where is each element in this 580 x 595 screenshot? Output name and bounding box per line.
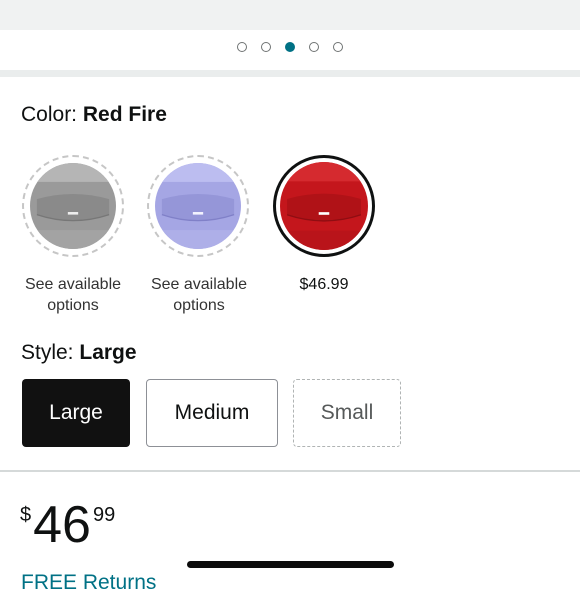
section-divider <box>0 70 580 77</box>
free-returns-link[interactable]: FREE Returns <box>21 571 156 595</box>
color-label-prefix: Color: <box>21 103 78 126</box>
product-thumbnail-red-fire <box>280 162 368 250</box>
price-fraction: 99 <box>92 504 116 526</box>
carousel-dot-3[interactable] <box>285 42 295 52</box>
swatch-caption-lavender: See available options <box>150 276 248 314</box>
style-option-large[interactable]: Large <box>22 379 130 447</box>
home-indicator[interactable] <box>187 561 394 568</box>
color-swatch-red-fire[interactable] <box>273 155 375 257</box>
carousel-dot-2[interactable] <box>261 42 271 52</box>
style-option-small[interactable]: Small <box>293 379 401 447</box>
color-swatch-lavender[interactable] <box>147 155 249 257</box>
style-option-medium[interactable]: Medium <box>146 379 278 447</box>
product-thumbnail-lavender <box>155 163 241 249</box>
price-display: $ 46 99 <box>20 498 115 552</box>
image-gallery-bottom <box>0 0 580 30</box>
product-thumbnail-gray <box>30 163 116 249</box>
carousel-dot-5[interactable] <box>333 42 343 52</box>
carousel-dot-1[interactable] <box>237 42 247 52</box>
swatch-caption-gray: See available options <box>24 276 122 314</box>
color-swatch-gray[interactable] <box>22 155 124 257</box>
carousel-indicator[interactable] <box>0 42 580 52</box>
style-label-prefix: Style: <box>21 341 74 364</box>
section-divider-2 <box>0 470 580 472</box>
selected-color-name: Red Fire <box>82 103 167 126</box>
price-whole: 46 <box>33 496 91 554</box>
color-label: Color: Red Fire <box>21 103 167 127</box>
style-label: Style: Large <box>21 341 137 365</box>
selected-style-name: Large <box>79 341 137 364</box>
swatch-price-red-fire: $46.99 <box>299 276 349 293</box>
price-currency: $ <box>20 504 32 526</box>
carousel-dot-4[interactable] <box>309 42 319 52</box>
